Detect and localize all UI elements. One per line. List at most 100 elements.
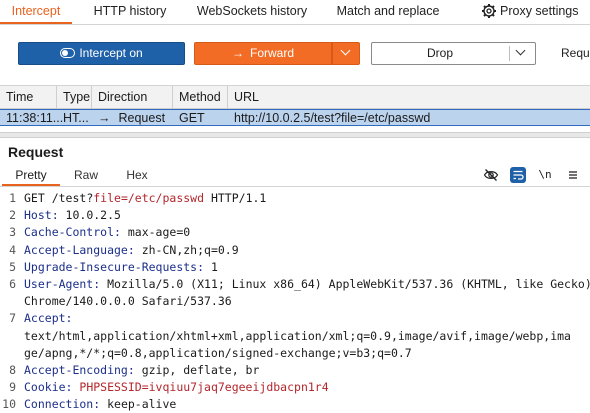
request-toggle-label[interactable]: Requ [561,46,590,60]
forward-options-button[interactable] [332,42,360,65]
eye-off-icon[interactable] [483,167,499,183]
request-view-tabs: Pretty Raw Hex \n [0,165,590,187]
header-value: 1 [204,259,218,274]
line-content: GET /test?file=/etc/passwd HTTP/1.1 [24,190,266,207]
code-line: 4 Accept-Language: zh-CN,zh;q=0.9 [0,242,590,259]
header-value-continued: Chrome/140.0.0.0 Safari/537.36 [24,294,232,309]
code-line: 9 Cookie: PHPSESSID=ivqiuu7jaq7egeeijdba… [0,379,590,396]
line-number: 4 [9,242,16,257]
intercept-toolbar: Intercept on → Forward Drop Requ [0,25,590,86]
line-number: 2 [9,208,16,223]
header-name: Upgrade-Insecure-Requests: [24,259,205,274]
intercept-button-label: Intercept on [79,46,143,60]
code-line: Chrome/140.0.0.0 Safari/537.36 [0,293,590,310]
request-method: GET [24,191,52,205]
column-header-direction[interactable]: Direction [92,86,173,108]
line-number: 7 [9,311,16,326]
line-content: Host: 10.0.2.5 [24,207,121,224]
header-name: Host: [24,208,59,223]
line-content: Cache-Control: max-age=0 [24,224,190,241]
column-header-time[interactable]: Time [0,86,57,108]
code-line: 2 Host: 10.0.2.5 [0,207,590,224]
code-line: 5 Upgrade-Insecure-Requests: 1 [0,259,590,276]
toggle-icon [60,47,76,58]
line-content: Chrome/140.0.0.0 Safari/537.36 [24,293,232,310]
proxy-tabs: Intercept HTTP history WebSockets histor… [0,0,590,25]
request-path: /test? [51,191,94,205]
wrap-text-icon[interactable] [510,167,526,183]
active-tab-indicator [0,22,72,24]
line-content: Accept-Language: zh-CN,zh;q=0.9 [24,242,239,259]
tab-websockets-history[interactable]: WebSockets history [190,0,314,22]
chevron-down-icon [340,45,351,56]
request-editor[interactable]: 1 GET /test?file=/etc/passwd HTTP/1.1 2 … [0,190,590,413]
header-name: User-Agent: [24,276,101,291]
tab-pretty[interactable]: Pretty [2,165,60,185]
tab-intercept[interactable]: Intercept [0,0,72,22]
tab-match-and-replace[interactable]: Match and replace [330,0,446,22]
column-header-type[interactable]: Type [57,86,92,108]
header-value: max-age=0 [120,225,191,240]
line-content: Accept-Encoding: gzip, deflate, br [24,362,259,379]
pane-divider[interactable] [0,132,590,138]
tab-hex[interactable]: Hex [120,165,154,185]
header-value: keep-alive [100,397,177,412]
drop-button[interactable]: Drop [371,42,536,65]
header-value: 10.0.2.5 [58,208,121,223]
line-number: 9 [9,380,16,395]
line-number: 8 [9,362,16,377]
query-param: file=/etc/passwd [93,191,205,205]
chevron-down-icon[interactable] [515,45,526,56]
line-content: text/html,application/xhtml+xml,applicat… [24,328,571,345]
code-line: 1 GET /test?file=/etc/passwd HTTP/1.1 [0,190,590,207]
direction-label: Request [118,111,166,125]
line-number: 10 [2,397,16,412]
request-panel-title: Request [8,144,64,160]
menu-icon[interactable] [565,167,581,183]
table-row[interactable]: 11:38:11... HT... → Request GET http://10… [0,109,590,126]
code-line: text/html,application/xhtml+xml,applicat… [0,328,590,345]
cell-method: GET [179,111,205,125]
tab-proxy-settings[interactable]: Proxy settings [500,0,580,22]
line-number: 6 [9,276,16,291]
history-table-header: Time Type Direction Method URL [0,86,590,109]
header-name: Connection: [24,397,101,412]
code-line: 6 User-Agent: Mozilla/5.0 (X11; Linux x8… [0,276,590,293]
code-line: 10 Connection: keep-alive [0,396,590,413]
line-number: 1 [9,191,16,205]
tab-raw[interactable]: Raw [68,165,104,185]
line-content: Cookie: PHPSESSID=ivqiuu7jaq7egeeijdbacp… [24,379,329,396]
header-value: Mozilla/5.0 (X11; Linux x86_64) AppleWeb… [100,276,590,291]
newline-toggle[interactable]: \n [537,167,553,183]
header-value: zh-CN,zh;q=0.9 [134,242,239,257]
tab-http-history[interactable]: HTTP history [84,0,176,22]
line-content: Connection: keep-alive [24,396,176,413]
active-view-indicator [2,184,60,186]
cell-direction: → Request [92,110,173,126]
forward-button[interactable]: → Forward [194,42,332,65]
gear-icon[interactable] [481,3,497,19]
http-version: HTTP/1.1 [204,191,267,205]
code-line: 3 Cache-Control: max-age=0 [0,224,590,241]
line-content: Accept: [24,310,72,327]
header-value-continued: text/html,application/xhtml+xml,applicat… [24,328,571,343]
header-name: Cookie: [24,380,73,395]
header-value-continued: ge/apng,*/*;q=0.8,application/signed-exc… [24,345,412,360]
column-header-url[interactable]: URL [228,86,590,108]
line-content: User-Agent: Mozilla/5.0 (X11; Linux x86_… [24,276,590,293]
cookie-value: PHPSESSID=ivqiuu7jaq7egeeijdbacpn1r4 [72,380,329,395]
code-line: 7 Accept: [0,310,590,327]
line-number: 5 [9,259,16,274]
code-line: 8 Accept-Encoding: gzip, deflate, br [0,362,590,379]
header-name: Accept-Encoding: [24,362,135,377]
drop-separator [509,46,510,61]
line-content: ge/apng,*/*;q=0.8,application/signed-exc… [24,345,412,362]
line-content: Upgrade-Insecure-Requests: 1 [24,259,218,276]
header-name: Accept-Language: [24,242,135,257]
intercept-toggle-button[interactable]: Intercept on [18,42,185,65]
column-header-method[interactable]: Method [173,86,228,108]
arrow-right-icon: → [231,46,244,60]
cell-time: 11:38:11... [6,111,64,125]
forward-button-label: Forward [249,46,294,60]
arrow-right-icon: → [98,111,111,125]
